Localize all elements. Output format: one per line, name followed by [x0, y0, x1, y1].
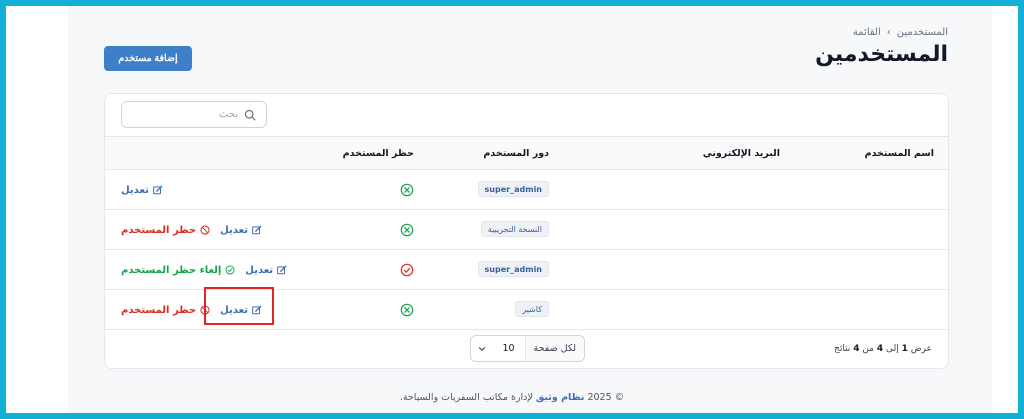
footer-copyright: © 2025	[587, 392, 625, 403]
ban-user-button[interactable]: حظر المستخدم	[121, 225, 210, 236]
row-actions: تعديل	[121, 182, 163, 198]
header-username[interactable]: اسم المستخدم	[865, 148, 934, 159]
footer: © 2025 نظام وثيق لإدارة مكاتب السفريات و…	[0, 392, 1024, 403]
edit-icon	[277, 265, 287, 275]
not-banned-icon	[400, 183, 414, 197]
footer-text: لإدارة مكاتب السفريات والسياحة.	[399, 392, 533, 403]
per-page-value: 10	[502, 343, 515, 354]
search-icon	[244, 109, 256, 120]
header-role[interactable]: دور المستخدم	[483, 148, 549, 159]
chevron-down-icon	[478, 346, 486, 351]
breadcrumb-separator-icon: ›	[886, 27, 891, 38]
breadcrumb-current: القائمة	[852, 27, 881, 38]
edit-label: تعديل	[220, 224, 248, 236]
edit-label: تعديل	[245, 264, 274, 276]
summary-suffix: نتائج	[834, 344, 851, 354]
results-summary: عرض 1 إلى 4 من 4 نتائج	[834, 344, 932, 354]
per-page-select[interactable]: لكل صفحة 10	[470, 335, 585, 362]
edit-label: تعديل	[121, 184, 149, 196]
edit-icon	[252, 225, 262, 235]
table-row: super_admin تعديل إلغاء حظر المستخدم	[105, 250, 948, 290]
summary-to-word: إلى	[886, 344, 899, 354]
unban-user-button[interactable]: إلغاء حظر المستخدم	[121, 265, 235, 276]
summary-total: 4	[853, 344, 860, 354]
header-email[interactable]: البريد الإلكتروني	[703, 148, 780, 159]
ban-user-button[interactable]: حظر المستخدم	[121, 305, 210, 316]
role-badge: super_admin	[477, 261, 549, 277]
search-input[interactable]	[138, 109, 238, 120]
users-table-card: اسم المستخدم البريد الإلكتروني دور المست…	[104, 93, 949, 369]
search-box[interactable]	[121, 101, 267, 128]
role-badge: كاشير	[515, 301, 549, 317]
summary-of-word: من	[862, 344, 874, 354]
table-header: اسم المستخدم البريد الإلكتروني دور المست…	[105, 136, 948, 170]
row-actions: تعديل حظر المستخدم	[121, 222, 262, 238]
ban-label: حظر المستخدم	[121, 304, 197, 316]
header-ban[interactable]: حظر المستخدم	[343, 148, 414, 159]
ban-label: حظر المستخدم	[121, 224, 197, 236]
summary-to: 4	[876, 344, 884, 354]
page-title: المستخدمين	[815, 42, 948, 67]
footer-brand-link[interactable]: نظام وثيق	[536, 392, 585, 403]
check-circle-icon	[225, 265, 235, 275]
banned-icon	[400, 263, 414, 277]
row-actions: تعديل إلغاء حظر المستخدم	[121, 262, 287, 278]
table-row: النسخة التجريبية تعديل حظر المستخدم	[105, 210, 948, 250]
table-row: super_admin تعديل	[105, 170, 948, 210]
not-banned-icon	[400, 223, 414, 237]
role-badge: النسخة التجريبية	[480, 221, 549, 237]
role-badge: super_admin	[477, 181, 549, 197]
add-user-button[interactable]: إضافة مستخدم	[104, 46, 192, 71]
summary-from: 1	[901, 344, 908, 354]
summary-prefix: عرض	[910, 344, 932, 354]
edit-icon	[152, 185, 163, 195]
ban-icon	[200, 225, 210, 235]
breadcrumb: المستخدمين › القائمة	[853, 27, 948, 38]
breadcrumb-parent[interactable]: المستخدمين	[897, 27, 948, 38]
unban-label: إلغاء حظر المستخدم	[121, 264, 222, 276]
edit-button[interactable]: تعديل	[121, 185, 163, 196]
edit-button[interactable]: تعديل	[220, 225, 262, 236]
per-page-label: لكل صفحة	[524, 336, 584, 361]
not-banned-icon	[400, 303, 414, 317]
annotation-highlight-box	[204, 287, 274, 325]
edit-button[interactable]: تعديل	[245, 265, 287, 276]
